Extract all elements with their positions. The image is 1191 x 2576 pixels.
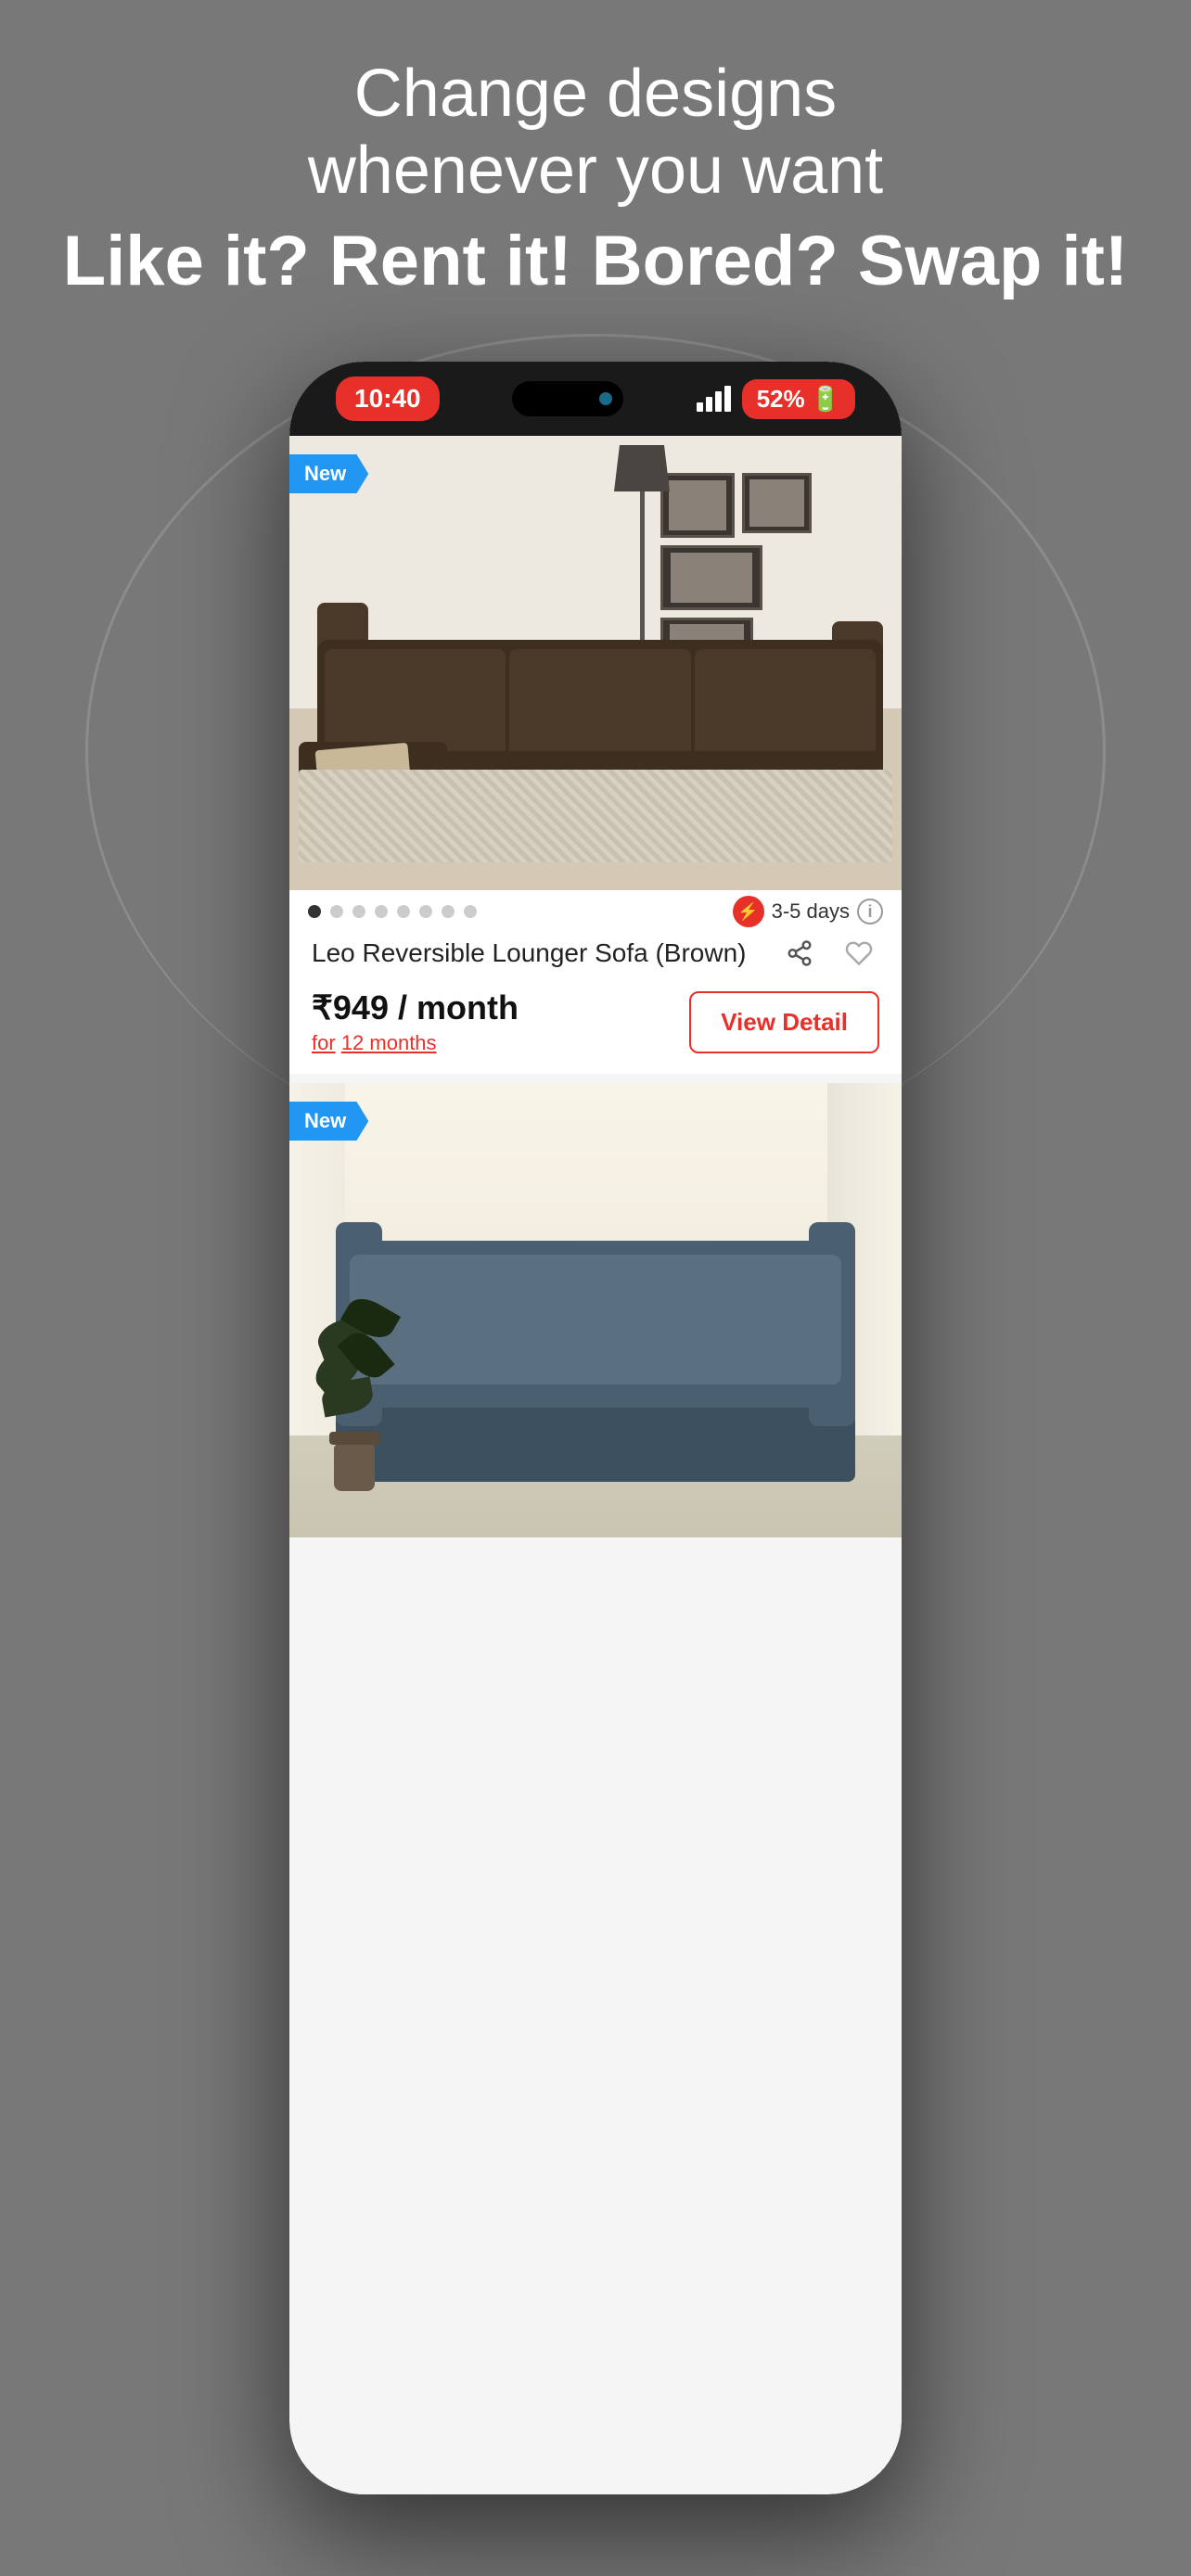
phone-screen: 10:40 52% 🔋 bbox=[289, 362, 902, 2494]
price-months: for 12 months bbox=[312, 1031, 519, 1055]
dot-8[interactable] bbox=[464, 905, 477, 918]
frame-inner-2 bbox=[749, 479, 804, 526]
room-scene-brown-sofa bbox=[289, 436, 902, 890]
product-title-1: Leo Reversible Lounger Sofa (Brown) bbox=[312, 938, 746, 968]
lamp-pole bbox=[640, 491, 645, 658]
frame-1 bbox=[660, 473, 735, 538]
blue-chair bbox=[336, 1241, 855, 1482]
dot-5[interactable] bbox=[397, 905, 410, 918]
duration-value[interactable]: 12 months bbox=[341, 1031, 437, 1054]
status-right: 52% 🔋 bbox=[697, 379, 855, 419]
sofa-cushions bbox=[325, 649, 876, 751]
price-row: ₹949 / month for 12 months View Detail bbox=[312, 988, 879, 1055]
new-badge-2: New bbox=[289, 1102, 368, 1141]
dot-1[interactable] bbox=[308, 905, 321, 918]
product-card-1: New ⚡ 3-5 days i bbox=[289, 436, 902, 1074]
share-icon bbox=[786, 939, 813, 967]
product-image-1[interactable]: New bbox=[289, 436, 902, 890]
room-scene-blue-chair bbox=[289, 1083, 902, 1537]
status-time: 10:40 bbox=[336, 376, 440, 421]
dot-4[interactable] bbox=[375, 905, 388, 918]
dot-3[interactable] bbox=[352, 905, 365, 918]
chair-seat bbox=[336, 1408, 855, 1482]
lightning-icon: ⚡ bbox=[733, 896, 764, 927]
product-image-2[interactable]: New bbox=[289, 1083, 902, 1537]
battery-percentage: 52% bbox=[757, 385, 805, 414]
delivery-badge: ⚡ 3-5 days i bbox=[733, 896, 883, 927]
signal-bar-4 bbox=[724, 386, 731, 412]
phone-frame: 10:40 52% 🔋 bbox=[289, 362, 902, 2494]
delivery-time: 3-5 days bbox=[772, 899, 850, 924]
frame-2 bbox=[742, 473, 812, 533]
dynamic-island bbox=[512, 381, 623, 416]
product-title-row: Leo Reversible Lounger Sofa (Brown) bbox=[312, 933, 879, 974]
chair-back bbox=[336, 1241, 855, 1408]
chair-container bbox=[336, 1241, 855, 1482]
for-label: for bbox=[312, 1031, 336, 1054]
battery-indicator: 52% 🔋 bbox=[742, 379, 855, 419]
frame-3 bbox=[660, 545, 762, 610]
plant2-pot-top bbox=[329, 1432, 380, 1445]
cushion-1 bbox=[325, 649, 506, 751]
camera-dot bbox=[599, 392, 612, 405]
signal-bars bbox=[697, 386, 731, 412]
sofa-back bbox=[317, 640, 883, 751]
header-line3: Like it? Rent it! Bored? Swap it! bbox=[56, 219, 1135, 303]
chair-cushion bbox=[350, 1255, 841, 1384]
header-section: Change designs whenever you want Like it… bbox=[0, 56, 1191, 303]
info-icon[interactable]: i bbox=[857, 899, 883, 925]
heart-icon bbox=[845, 939, 873, 967]
header-line1: Change designs bbox=[56, 56, 1135, 133]
new-badge-1: New bbox=[289, 454, 368, 493]
signal-bar-3 bbox=[715, 391, 722, 412]
scroll-content[interactable]: New ⚡ 3-5 days i bbox=[289, 436, 902, 2494]
lamp-shade bbox=[614, 445, 670, 491]
dot-2[interactable] bbox=[330, 905, 343, 918]
plant-2 bbox=[308, 1302, 401, 1491]
dot-7[interactable] bbox=[442, 905, 455, 918]
signal-bar-1 bbox=[697, 402, 703, 412]
cushion-2 bbox=[509, 649, 690, 751]
view-detail-button[interactable]: View Detail bbox=[689, 991, 879, 1053]
cushion-3 bbox=[695, 649, 876, 751]
signal-bar-2 bbox=[706, 397, 712, 412]
wishlist-button[interactable] bbox=[839, 933, 879, 974]
plant2-pot bbox=[334, 1445, 375, 1491]
plant2-leaves bbox=[308, 1302, 401, 1432]
room-rug bbox=[299, 770, 892, 862]
status-bar: 10:40 52% 🔋 bbox=[289, 362, 902, 436]
action-icons bbox=[779, 933, 879, 974]
product-card-2: New bbox=[289, 1083, 902, 1537]
frame-inner-1 bbox=[669, 480, 727, 530]
price-main: ₹949 / month bbox=[312, 988, 519, 1027]
frame-inner-3 bbox=[671, 553, 752, 603]
share-button[interactable] bbox=[779, 933, 820, 974]
dot-indicators-1: ⚡ 3-5 days i bbox=[289, 890, 902, 933]
floor-lamp bbox=[614, 445, 670, 670]
product-info-1: Leo Reversible Lounger Sofa (Brown) bbox=[289, 933, 902, 1074]
battery-icon: 🔋 bbox=[811, 385, 840, 414]
header-line2: whenever you want bbox=[56, 133, 1135, 210]
price-section: ₹949 / month for 12 months bbox=[312, 988, 519, 1055]
dot-6[interactable] bbox=[419, 905, 432, 918]
